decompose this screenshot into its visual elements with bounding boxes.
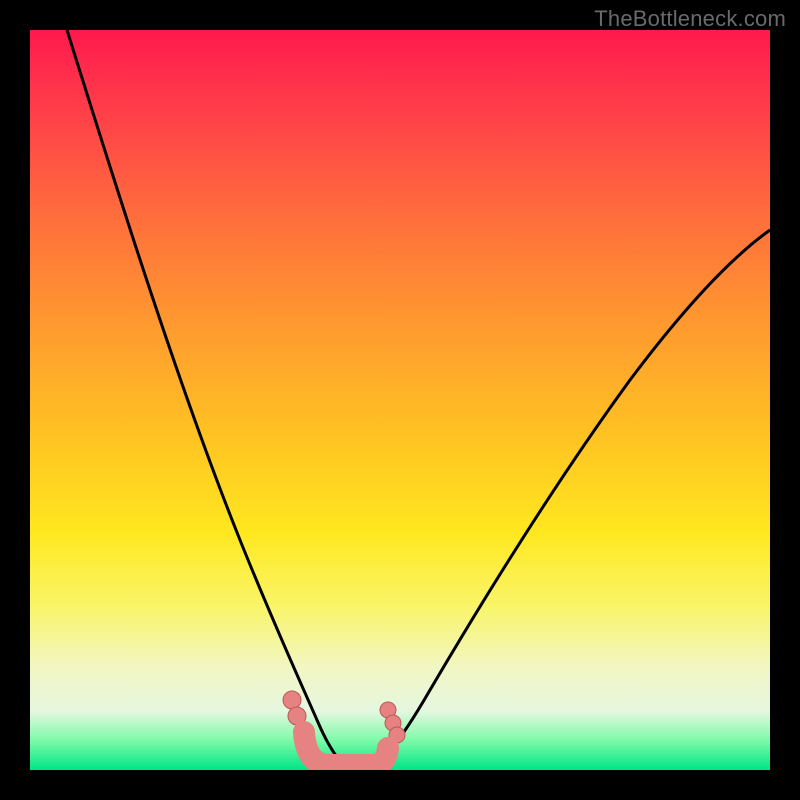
watermark-text: TheBottleneck.com xyxy=(594,6,786,32)
valley-pill xyxy=(304,732,388,765)
marker-dot xyxy=(283,691,301,709)
outer-frame: TheBottleneck.com xyxy=(0,0,800,800)
markers-layer xyxy=(30,30,770,770)
